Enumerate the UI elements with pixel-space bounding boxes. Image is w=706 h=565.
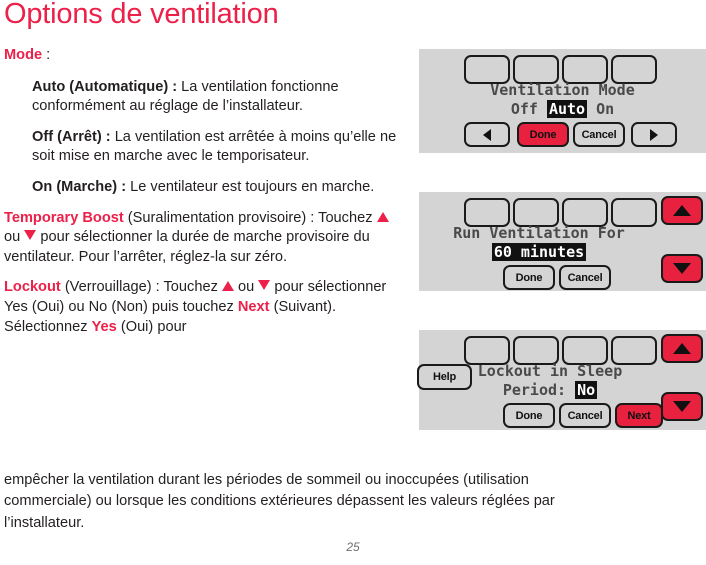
body-text-column: Mode : Auto (Automatique) : La ventilati… [4,46,404,348]
right-arrow-button[interactable] [631,122,677,147]
triangle-down-icon [673,263,691,274]
mode-option-auto-selected[interactable]: Auto [546,100,588,118]
blank-key-4[interactable] [611,55,657,84]
duration-value[interactable]: 60 minutes [491,243,587,261]
mode-item-on: On (Marche) : Le ventilateur est toujour… [32,178,400,198]
temporary-boost-part1: (Suralimentation provisoire) : Touchez [123,209,377,226]
temporary-boost-term: Temporary Boost [4,209,124,226]
lockout-term: Lockout [4,279,61,296]
triangle-up-icon [221,281,234,292]
blank-key-4[interactable] [611,336,657,365]
lockout-yes-term: Yes [91,318,117,335]
lcd-line-duration: 60 minutes [419,243,659,261]
blank-key-2[interactable] [513,336,559,365]
page-number: 25 [346,540,360,554]
blank-key-1[interactable] [464,336,510,365]
triangle-up-icon [673,205,691,216]
lockout-part5: (Oui) pour [116,318,187,335]
down-arrow-button[interactable] [661,254,703,283]
mode-label: Mode [4,47,43,63]
up-arrow-button[interactable] [661,196,703,225]
done-button[interactable]: Done [503,265,555,290]
lcd-line-run-ventilation-for: Run Ventilation For [453,224,625,242]
blank-key-2[interactable] [513,198,559,227]
page-title: Options de ventilation [4,0,279,30]
temporary-boost-paragraph: Temporary Boost (Suralimentation proviso… [4,209,404,268]
mode-item-auto: Auto (Automatique) : La ventilation fonc… [32,78,400,117]
triangle-up-icon [376,211,389,222]
mode-item-auto-term: Auto (Automatique) : [32,78,178,95]
mode-option-off[interactable]: Off [511,100,538,118]
triangle-right-icon [650,128,658,141]
blank-key-3[interactable] [562,55,608,84]
lockout-next-term: Next [237,298,270,315]
temporary-boost-part3: pour sélectionner la durée de marche pro… [4,229,370,265]
thermostat-screen-run-ventilation-for: Run Ventilation For 60 minutes Done Canc… [419,192,706,291]
mode-heading: Mode : [4,46,404,66]
left-arrow-button[interactable] [464,122,510,147]
triangle-up-icon [673,343,691,354]
blank-key-1[interactable] [464,198,510,227]
blank-key-3[interactable] [562,336,608,365]
thermostat-screen-lockout-in-sleep-period: Help Lockout in Sleep Period: No Done Ca… [417,330,706,430]
period-value[interactable]: No [575,381,598,399]
next-button[interactable]: Next [615,403,663,428]
triangle-down-icon [24,230,37,241]
blank-key-1[interactable] [464,55,510,84]
closing-paragraph: empêcher la ventilation durant les pério… [4,471,555,531]
lcd-line-lockout-in-sleep: Lockout in Sleep [477,362,623,380]
lockout-paragraph: Lockout (Verrouillage) : Touchez ou pour… [4,278,404,337]
period-label: Period: [502,381,576,399]
mode-item-off: Off (Arrêt) : La ventilation est arrêtée… [32,128,400,167]
blank-key-2[interactable] [513,55,559,84]
mode-item-on-term: On (Marche) : [32,178,127,195]
lockout-part1: (Verrouillage) : Touchez [60,279,222,296]
cancel-button[interactable]: Cancel [573,122,625,147]
thermostat-screen-ventilation-mode: Ventilation Mode Off Auto On Done Cancel [419,49,706,153]
lcd-line-period: Period: No [419,381,659,399]
lockout-part2: ou [233,279,259,296]
blank-key-4[interactable] [611,198,657,227]
done-button[interactable]: Done [503,403,555,428]
cancel-button[interactable]: Cancel [559,403,611,428]
lcd-line-ventilation-mode: Ventilation Mode [490,81,635,99]
triangle-down-icon [673,401,691,412]
temporary-boost-part2: ou [4,229,25,246]
mode-item-on-text: Le ventilateur est toujours en marche. [126,178,375,195]
blank-key-3[interactable] [562,198,608,227]
mode-item-off-term: Off (Arrêt) : [32,128,111,145]
cancel-button[interactable]: Cancel [559,265,611,290]
done-button[interactable]: Done [517,122,569,147]
triangle-down-icon [258,280,271,291]
lcd-line-mode-options: Off Auto On [419,100,706,118]
up-arrow-button[interactable] [661,334,703,363]
triangle-left-icon [483,128,491,141]
mode-option-on[interactable]: On [596,100,614,118]
down-arrow-button[interactable] [661,392,703,421]
mode-colon: : [42,47,51,63]
